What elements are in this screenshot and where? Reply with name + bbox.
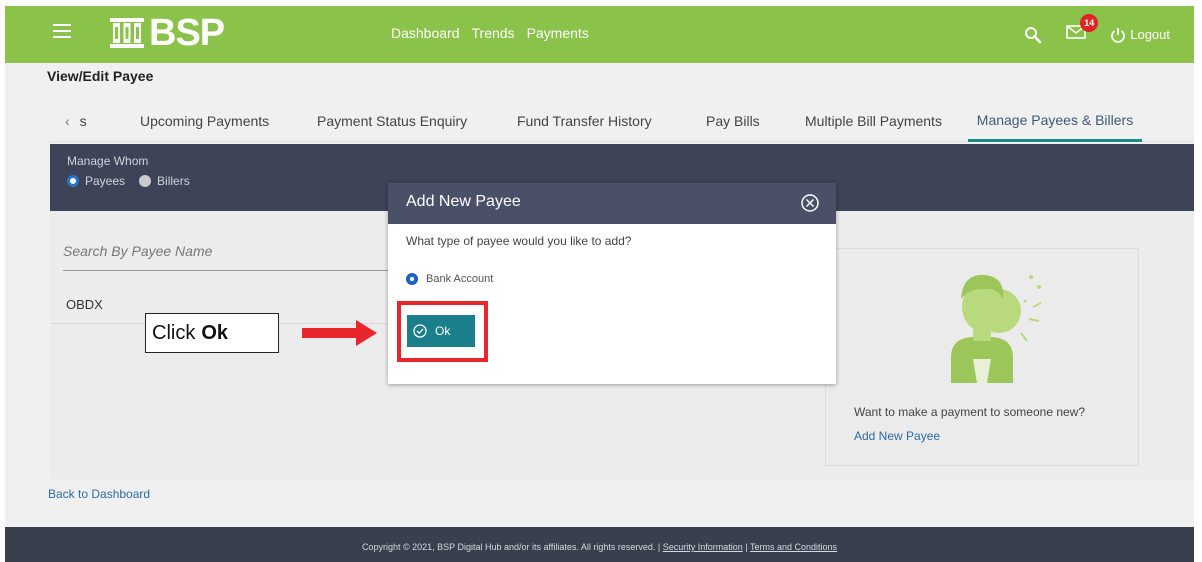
callout-prefix: Click [152, 321, 196, 344]
callout-bold: Ok [201, 321, 229, 344]
tab-scroll-left[interactable]: ‹ s [65, 100, 87, 142]
footer-copyright: Copyright © 2021, BSP Digital Hub and/or… [361, 542, 661, 552]
radio-selected-icon [67, 175, 79, 187]
modal-title: Add New Payee [406, 193, 521, 210]
page-title: View/Edit Payee [47, 68, 154, 84]
radio-unselected-icon [139, 175, 152, 187]
hamburger-icon[interactable] [53, 24, 71, 40]
security-information-link[interactable]: Security Information [663, 542, 743, 552]
tab-payment-status-enquiry[interactable]: Payment Status Enquiry [317, 100, 467, 142]
logo-text: BSP [149, 11, 225, 54]
footer: Copyright © 2021, BSP Digital Hub and/or… [5, 527, 1194, 562]
bsp-logo: BSP [109, 11, 225, 54]
nav-dashboard[interactable]: Dashboard [391, 25, 460, 41]
close-icon[interactable] [800, 193, 820, 213]
manage-whom-label: Manage Whom [67, 154, 149, 168]
radio-bank-account[interactable]: Bank Account [406, 273, 493, 285]
nav-trends[interactable]: Trends [472, 25, 515, 41]
tab-upcoming-payments[interactable]: Upcoming Payments [140, 100, 269, 142]
tab-bar: ‹ s Upcoming Payments Payment Status Enq… [50, 100, 1194, 142]
tab-pay-bills[interactable]: Pay Bills [706, 100, 760, 142]
nav-payments[interactable]: Payments [527, 25, 589, 41]
radio-billers[interactable]: Billers [139, 174, 190, 188]
manage-whom-options: Payees Billers [67, 174, 190, 188]
search-payee-input[interactable]: Search By Payee Name [63, 241, 403, 271]
modal-question: What type of payee would you like to add… [406, 234, 632, 248]
ok-button-highlight [397, 301, 488, 362]
terms-conditions-link[interactable]: Terms and Conditions [750, 542, 837, 552]
add-payee-prompt: Want to make a payment to someone new? [854, 405, 1086, 419]
radio-billers-label: Billers [157, 174, 190, 188]
person-illustration-icon [951, 274, 1042, 383]
radio-bank-account-label: Bank Account [426, 273, 494, 285]
add-new-payee-link[interactable]: Add New Payee [854, 429, 940, 443]
logout-button[interactable]: Logout [1110, 27, 1170, 43]
radio-payees[interactable]: Payees [67, 174, 125, 188]
tab-multiple-bill-payments[interactable]: Multiple Bill Payments [805, 100, 942, 142]
top-header: BSP Dashboard Trends Payments 14 Logout [5, 6, 1194, 63]
search-icon[interactable] [1024, 26, 1042, 44]
radio-selected-icon [406, 273, 418, 285]
radio-payees-label: Payees [85, 174, 126, 188]
tab-fund-transfer-history[interactable]: Fund Transfer History [517, 100, 652, 142]
mail-button[interactable]: 14 [1066, 14, 1099, 45]
modal-header: Add New Payee [388, 183, 836, 224]
screenshot-frame: BSP Dashboard Trends Payments 14 Logout … [0, 0, 1202, 562]
click-ok-callout: Click Ok [145, 313, 279, 353]
header-actions: 14 Logout [1024, 6, 1170, 63]
logout-label: Logout [1130, 27, 1170, 42]
power-icon [1111, 27, 1126, 43]
add-payee-card: Want to make a payment to someone new? A… [825, 248, 1139, 466]
back-to-dashboard-link[interactable]: Back to Dashboard [48, 487, 150, 501]
chevron-left-icon: ‹ [65, 113, 70, 129]
arrow-right-icon [302, 320, 377, 346]
main-nav: Dashboard Trends Payments [391, 25, 589, 41]
footer-separator: | [745, 542, 748, 552]
logo-emblem-icon [110, 18, 144, 48]
tab-prev-partial: s [79, 113, 87, 129]
tab-manage-payees-billers[interactable]: Manage Payees & Billers [968, 100, 1142, 142]
mail-count-badge: 14 [1080, 14, 1099, 32]
